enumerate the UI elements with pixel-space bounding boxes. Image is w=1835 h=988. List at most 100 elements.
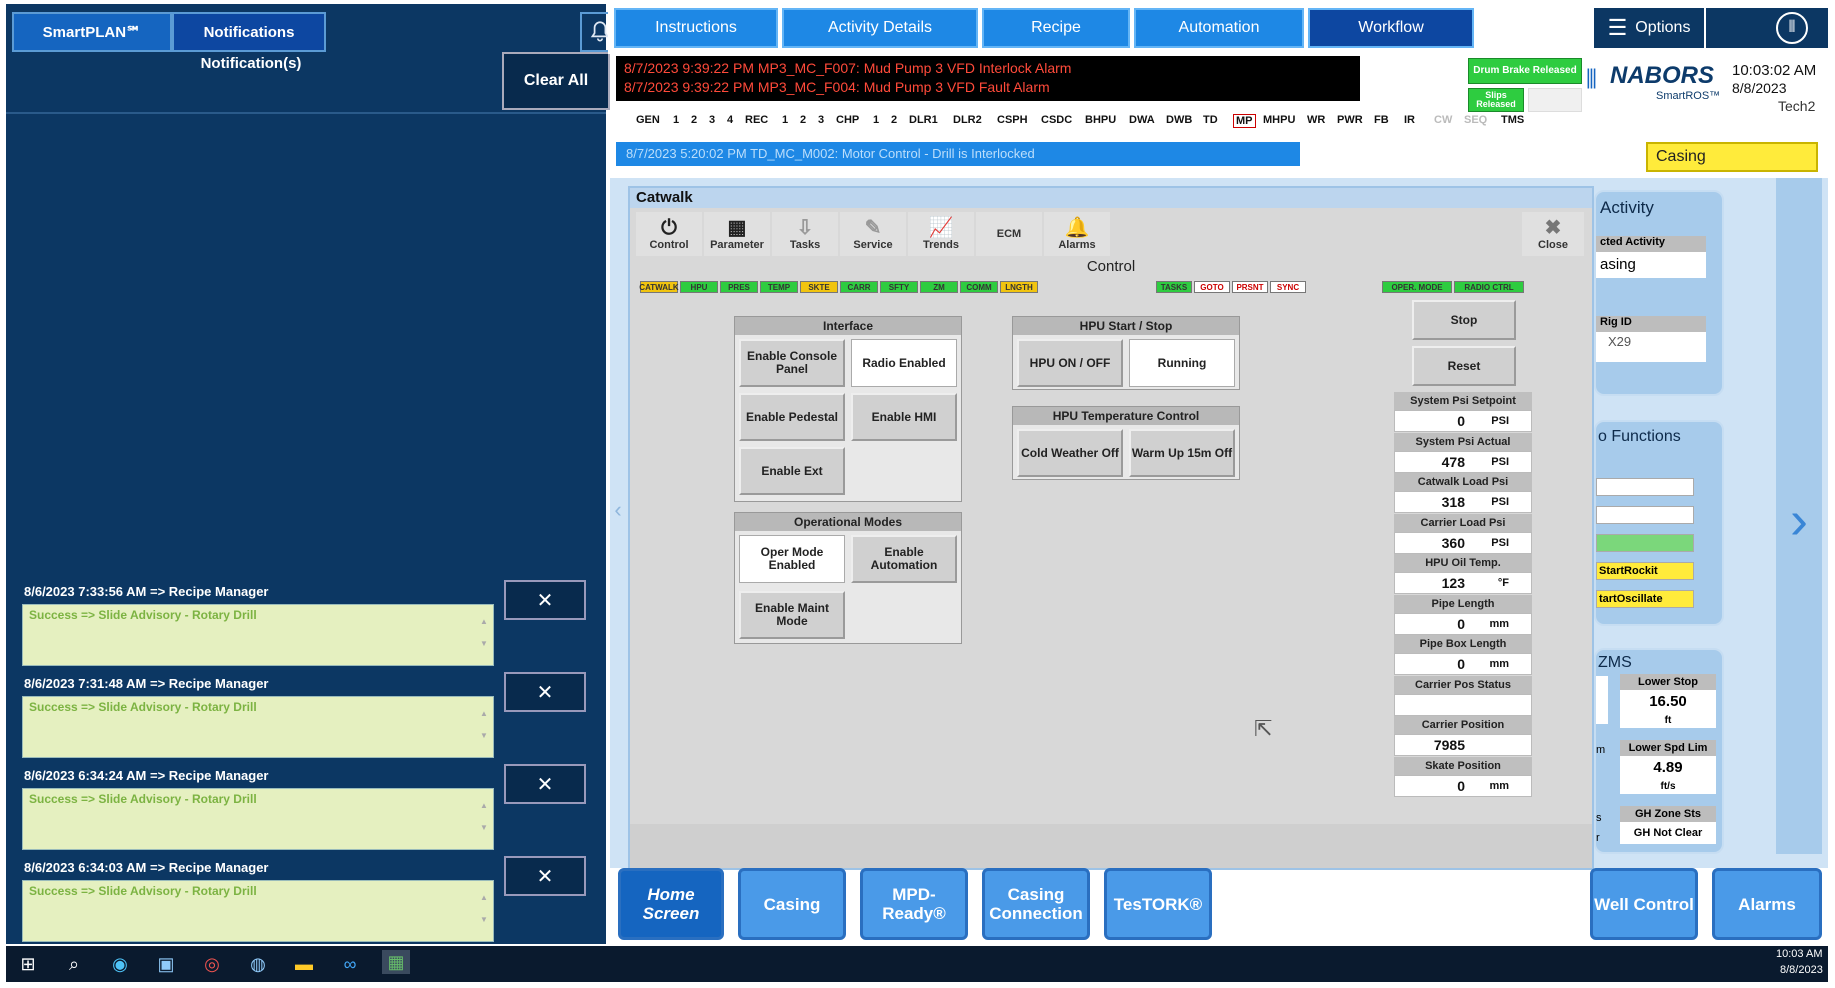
status-label: DWA	[1129, 114, 1155, 126]
casing-button[interactable]: Casing	[738, 868, 846, 940]
active-app-icon[interactable]: ▦	[382, 950, 410, 974]
panel-title: Notification(s)	[200, 54, 302, 72]
close-icon: ✖	[1544, 217, 1562, 239]
well-control-button[interactable]: Well Control	[1590, 868, 1698, 940]
options-button[interactable]: ☰ Options	[1594, 8, 1704, 48]
readout-unit: PSI	[1491, 496, 1509, 508]
window-footer	[630, 824, 1592, 868]
selected-activity-label: cted Activity	[1596, 236, 1706, 252]
toolbar-trends[interactable]: 📈 Trends	[908, 212, 974, 256]
tab-automation[interactable]: Automation	[1134, 8, 1304, 48]
scrollbar[interactable]: ▲ ▼	[479, 795, 489, 845]
readout-value: 0 PSI	[1394, 410, 1532, 432]
status-label: DWB	[1166, 114, 1193, 126]
mpd-ready-button[interactable]: MPD-Ready®	[860, 868, 968, 940]
readout-label: Carrier Pos Status	[1394, 675, 1532, 694]
chevron-right-icon[interactable]: ›	[1776, 490, 1822, 550]
casing-connection-button[interactable]: Casing Connection	[982, 868, 1090, 940]
tab-smartplan[interactable]: SmartPLAN℠	[12, 12, 172, 52]
group-header: HPU Temperature Control	[1013, 407, 1239, 425]
calculator-icon: ▦	[727, 217, 747, 239]
enable-pedestal-button[interactable]: Enable Pedestal	[739, 393, 845, 441]
toolbar-alarms[interactable]: 🔔 Alarms	[1044, 212, 1110, 256]
group-header: Interface	[735, 317, 961, 335]
lower-stop-value: 16.50	[1620, 690, 1716, 712]
warm-up-button[interactable]: Warm Up 15m Off	[1129, 429, 1235, 477]
readout-value: 0 mm	[1394, 653, 1532, 675]
enable-ext-button[interactable]: Enable Ext	[739, 447, 845, 495]
chevron-left-icon[interactable]: ‹	[610, 480, 626, 540]
blank-indicator	[1528, 88, 1582, 112]
notification-header: 8/6/2023 7:33:56 AM => Recipe Manager	[24, 584, 269, 599]
taskbar: ⊞ ⌕ ◉ ▣ ◎ ◍ ▬ ∞ ▦ 10:03 AM 8/8/2023	[6, 946, 1828, 982]
tab-activity-details[interactable]: Activity Details	[782, 8, 978, 48]
status-label: DLR2	[953, 114, 982, 126]
app-icon[interactable]: ◍	[244, 952, 272, 976]
status-segment: CARR	[840, 281, 878, 293]
hpu-start-stop-group: HPU Start / Stop HPU ON / OFF Running	[1012, 316, 1240, 390]
search-icon[interactable]: ⌕	[60, 952, 88, 976]
radio-enabled-button[interactable]: Radio Enabled	[851, 339, 957, 387]
status-segment: TASKS	[1156, 281, 1192, 293]
oper-mode-button[interactable]: Oper Mode Enabled	[739, 535, 845, 583]
toolbar-service[interactable]: ✎ Service	[840, 212, 906, 256]
function-slot[interactable]	[1596, 506, 1694, 524]
reset-button[interactable]: Reset	[1412, 346, 1516, 386]
toolbar-ecm[interactable]: ECM	[976, 212, 1042, 256]
readout-label: HPU Oil Temp.	[1394, 554, 1532, 572]
enable-console-panel-button[interactable]: Enable Console Panel	[739, 339, 845, 387]
dismiss-button[interactable]: ✕	[504, 580, 586, 620]
dismiss-button[interactable]: ✕	[504, 856, 586, 896]
edge-browser-icon[interactable]: ◉	[106, 952, 134, 976]
interface-group: Interface Enable Console Panel Radio Ena…	[734, 316, 962, 502]
hpu-onoff-button[interactable]: HPU ON / OFF	[1017, 339, 1123, 387]
activity-panel: Activity cted Activity asing Rig ID X29	[1594, 190, 1724, 396]
readout-label: Catwalk Load Psi	[1394, 473, 1532, 491]
toolbar-label: Control	[649, 239, 689, 251]
notification-message: Success => Slide Advisory - Rotary Drill…	[22, 604, 494, 666]
folder-icon[interactable]: ▬	[290, 952, 318, 976]
readout-number: 0	[1457, 615, 1465, 632]
notification-header: 8/6/2023 6:34:03 AM => Recipe Manager	[24, 860, 269, 875]
readout-value: 0 mm	[1394, 774, 1532, 797]
clear-all-button[interactable]: Clear All	[502, 52, 610, 110]
status-label: FB	[1374, 114, 1389, 126]
toolbar-parameter[interactable]: ▦ Parameter	[704, 212, 770, 256]
taskbar-date: 8/8/2023	[1780, 964, 1823, 976]
dismiss-button[interactable]: ✕	[504, 764, 586, 804]
stop-button[interactable]: Stop	[1412, 300, 1516, 340]
info-message[interactable]: 8/7/2023 5:20:02 PM TD_MC_M002: Motor Co…	[616, 142, 1300, 166]
home-screen-button[interactable]: Home Screen	[618, 868, 724, 940]
start-rockit-button[interactable]: StartRockit	[1596, 562, 1694, 580]
windows-start-icon[interactable]: ⊞	[14, 952, 42, 976]
cold-weather-button[interactable]: Cold Weather Off	[1017, 429, 1123, 477]
toolbar-control[interactable]: ⏻ Control	[636, 212, 702, 256]
tab-instructions[interactable]: Instructions	[614, 8, 778, 48]
tab-recipe[interactable]: Recipe	[982, 8, 1130, 48]
store-icon[interactable]: ▣	[152, 952, 180, 976]
app-icon[interactable]: ∞	[336, 952, 364, 976]
tab-notifications[interactable]: Notifications	[172, 12, 326, 52]
start-oscillate-button[interactable]: tartOscillate	[1596, 590, 1694, 608]
tab-workflow[interactable]: Workflow	[1308, 8, 1474, 48]
function-slot[interactable]	[1596, 478, 1694, 496]
toolbar-close[interactable]: ✖ Close	[1522, 212, 1584, 256]
alarms-button[interactable]: Alarms	[1712, 868, 1822, 940]
scrollbar[interactable]: ▲ ▼	[479, 611, 489, 661]
dismiss-button[interactable]: ✕	[504, 672, 586, 712]
clock-time: 10:03:02 AM	[1732, 62, 1817, 79]
toolbar-label: Trends	[922, 239, 960, 251]
chrome-icon[interactable]: ◎	[198, 952, 226, 976]
enable-automation-button[interactable]: Enable Automation	[851, 535, 957, 583]
activity-badge: Casing	[1646, 142, 1818, 172]
testork-button[interactable]: TesTORK®	[1104, 868, 1212, 940]
toolbar-tasks[interactable]: ⇩ Tasks	[772, 212, 838, 256]
alarm-list[interactable]: 8/7/2023 9:39:22 PM MP3_MC_F007: Mud Pum…	[616, 56, 1360, 101]
scrollbar[interactable]: ▲ ▼	[479, 703, 489, 753]
enable-hmi-button[interactable]: Enable HMI	[851, 393, 957, 441]
function-slot-active[interactable]	[1596, 534, 1694, 552]
nabors-mark-icon: ⫴	[1586, 64, 1597, 94]
scrollbar[interactable]: ▲ ▼	[479, 887, 489, 937]
status-bar: GEN 1 2 3 4 REC 1 2 3 CHP 1 2 DLR1 DLR2 CSPH CSDC BHPU DW…	[636, 112, 1524, 132]
enable-maint-mode-button[interactable]: Enable Maint Mode	[739, 591, 845, 639]
